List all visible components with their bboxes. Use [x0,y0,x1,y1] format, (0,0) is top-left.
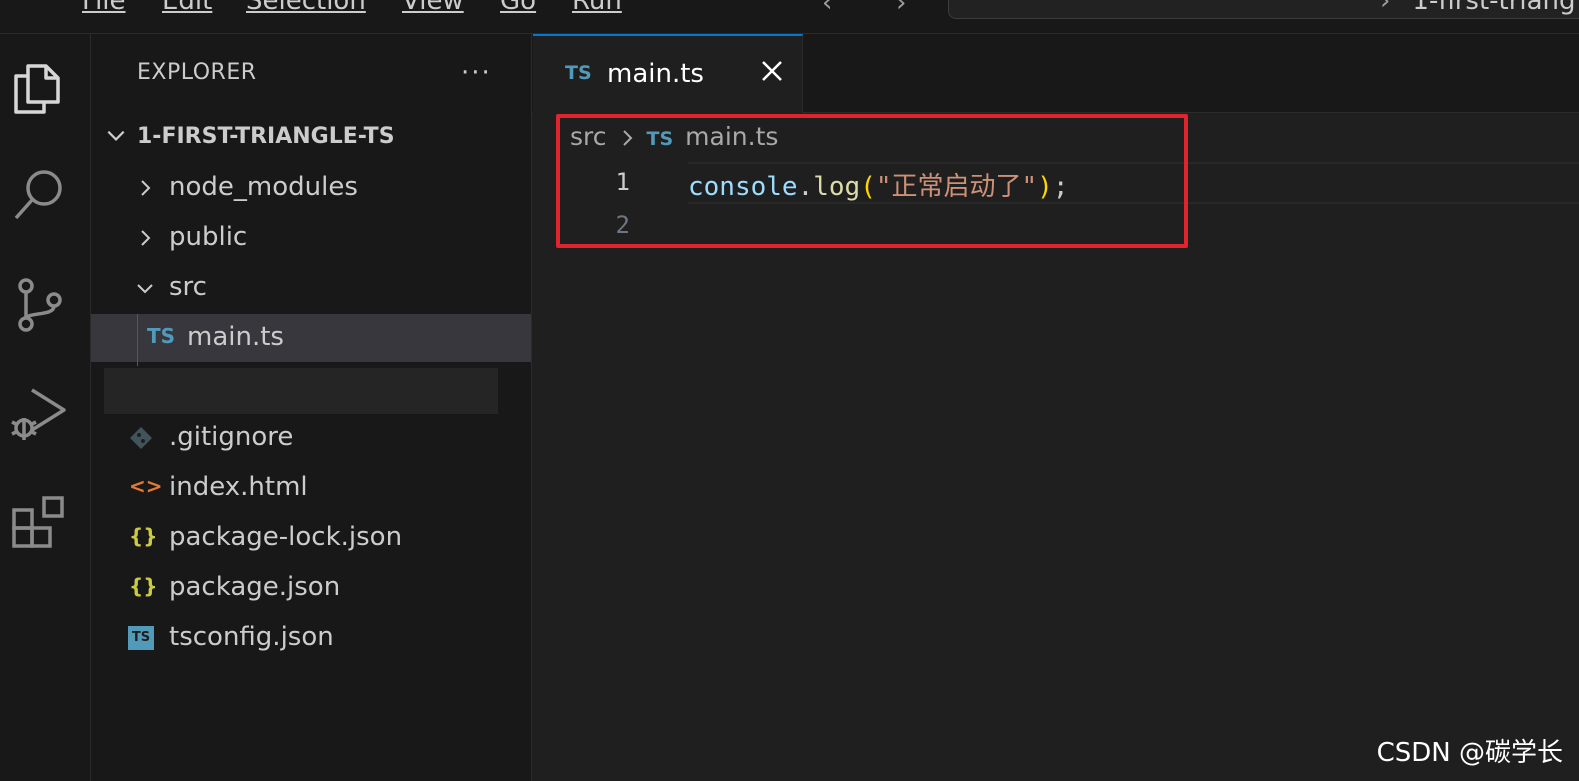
title-bar: File Edit Selection View Go Run ‹ › › 1-f… [0,0,1579,34]
typescript-file-icon: TS [565,62,592,84]
tree-item-label: tsconfig.json [169,622,334,652]
chevron-right-icon [141,180,151,196]
tree-item-label: src [169,272,207,302]
run-debug-icon[interactable] [8,384,68,444]
explorer-icon[interactable] [8,56,68,116]
tree-item-node-modules[interactable]: node_modules [91,164,531,212]
html-file-icon: <> [129,474,163,498]
close-icon[interactable] [759,58,785,84]
tree-item-label: public [169,222,248,252]
typescript-file-icon: TS [147,324,176,348]
chevron-down-icon [137,284,153,294]
tree-item-label: index.html [169,472,308,502]
chevron-right-icon [141,230,151,246]
tree-item-label: node_modules [169,172,358,202]
tree-item-src[interactable]: src [91,264,531,312]
tree-item-package-lock-json[interactable]: {} package-lock.json [91,514,531,562]
tree-item-public[interactable]: public [91,214,531,262]
menu-selection[interactable]: Selection [246,0,366,16]
tree-item-label: .gitignore [169,422,294,452]
search-icon[interactable] [8,164,68,224]
tree-item-label: package.json [169,572,341,602]
tree-item-main-ts[interactable]: TS main.ts [91,314,531,362]
tree-item-label: package-lock.json [169,522,403,552]
tree-item-tsconfig-json[interactable]: TS tsconfig.json [91,614,531,662]
indent-guide [137,314,138,366]
menu-run[interactable]: Run [572,0,622,16]
menu-go[interactable]: Go [500,0,536,16]
tab-bar: TS main.ts [532,34,1579,113]
back-arrow-icon[interactable]: ‹ [822,0,832,18]
menu-view[interactable]: View [402,0,464,16]
command-center-label[interactable]: › 1-first-triang [1380,0,1576,16]
tree-item-label: main.ts [187,322,284,352]
workspace-folder-name: 1-FIRST-TRIANGLE-TS [137,124,395,149]
source-control-icon[interactable] [8,274,68,334]
tree-item-package-json[interactable]: {} package.json [91,564,531,612]
new-file-input-placeholder [104,368,498,414]
tab-label: main.ts [607,59,704,89]
tree-item-index-html[interactable]: <> index.html [91,464,531,512]
activity-bar [0,34,91,781]
explorer-sidebar: EXPLORER ··· 1-FIRST-TRIANGLE-TS node_mo… [91,34,532,781]
json-file-icon: {} [129,574,158,598]
tree-item-gitignore[interactable]: .gitignore [91,414,531,462]
menu-file[interactable]: File [82,0,126,16]
annotation-highlight-box [556,114,1188,248]
git-file-icon [130,427,152,449]
json-file-icon: {} [129,524,158,548]
vscode-logo-icon[interactable] [0,0,40,12]
workspace-folder-header[interactable]: 1-FIRST-TRIANGLE-TS [101,122,521,158]
tsconfig-file-icon: TS [128,626,154,650]
extensions-icon[interactable] [8,492,68,552]
forward-arrow-icon[interactable]: › [896,0,906,18]
menu-edit[interactable]: Edit [162,0,212,16]
tab-main-ts[interactable]: TS main.ts [533,34,803,113]
chevron-down-icon [107,130,125,141]
watermark: CSDN @碳学长 [1376,738,1563,768]
more-actions-icon[interactable]: ··· [461,58,492,88]
explorer-title: EXPLORER [137,60,257,85]
